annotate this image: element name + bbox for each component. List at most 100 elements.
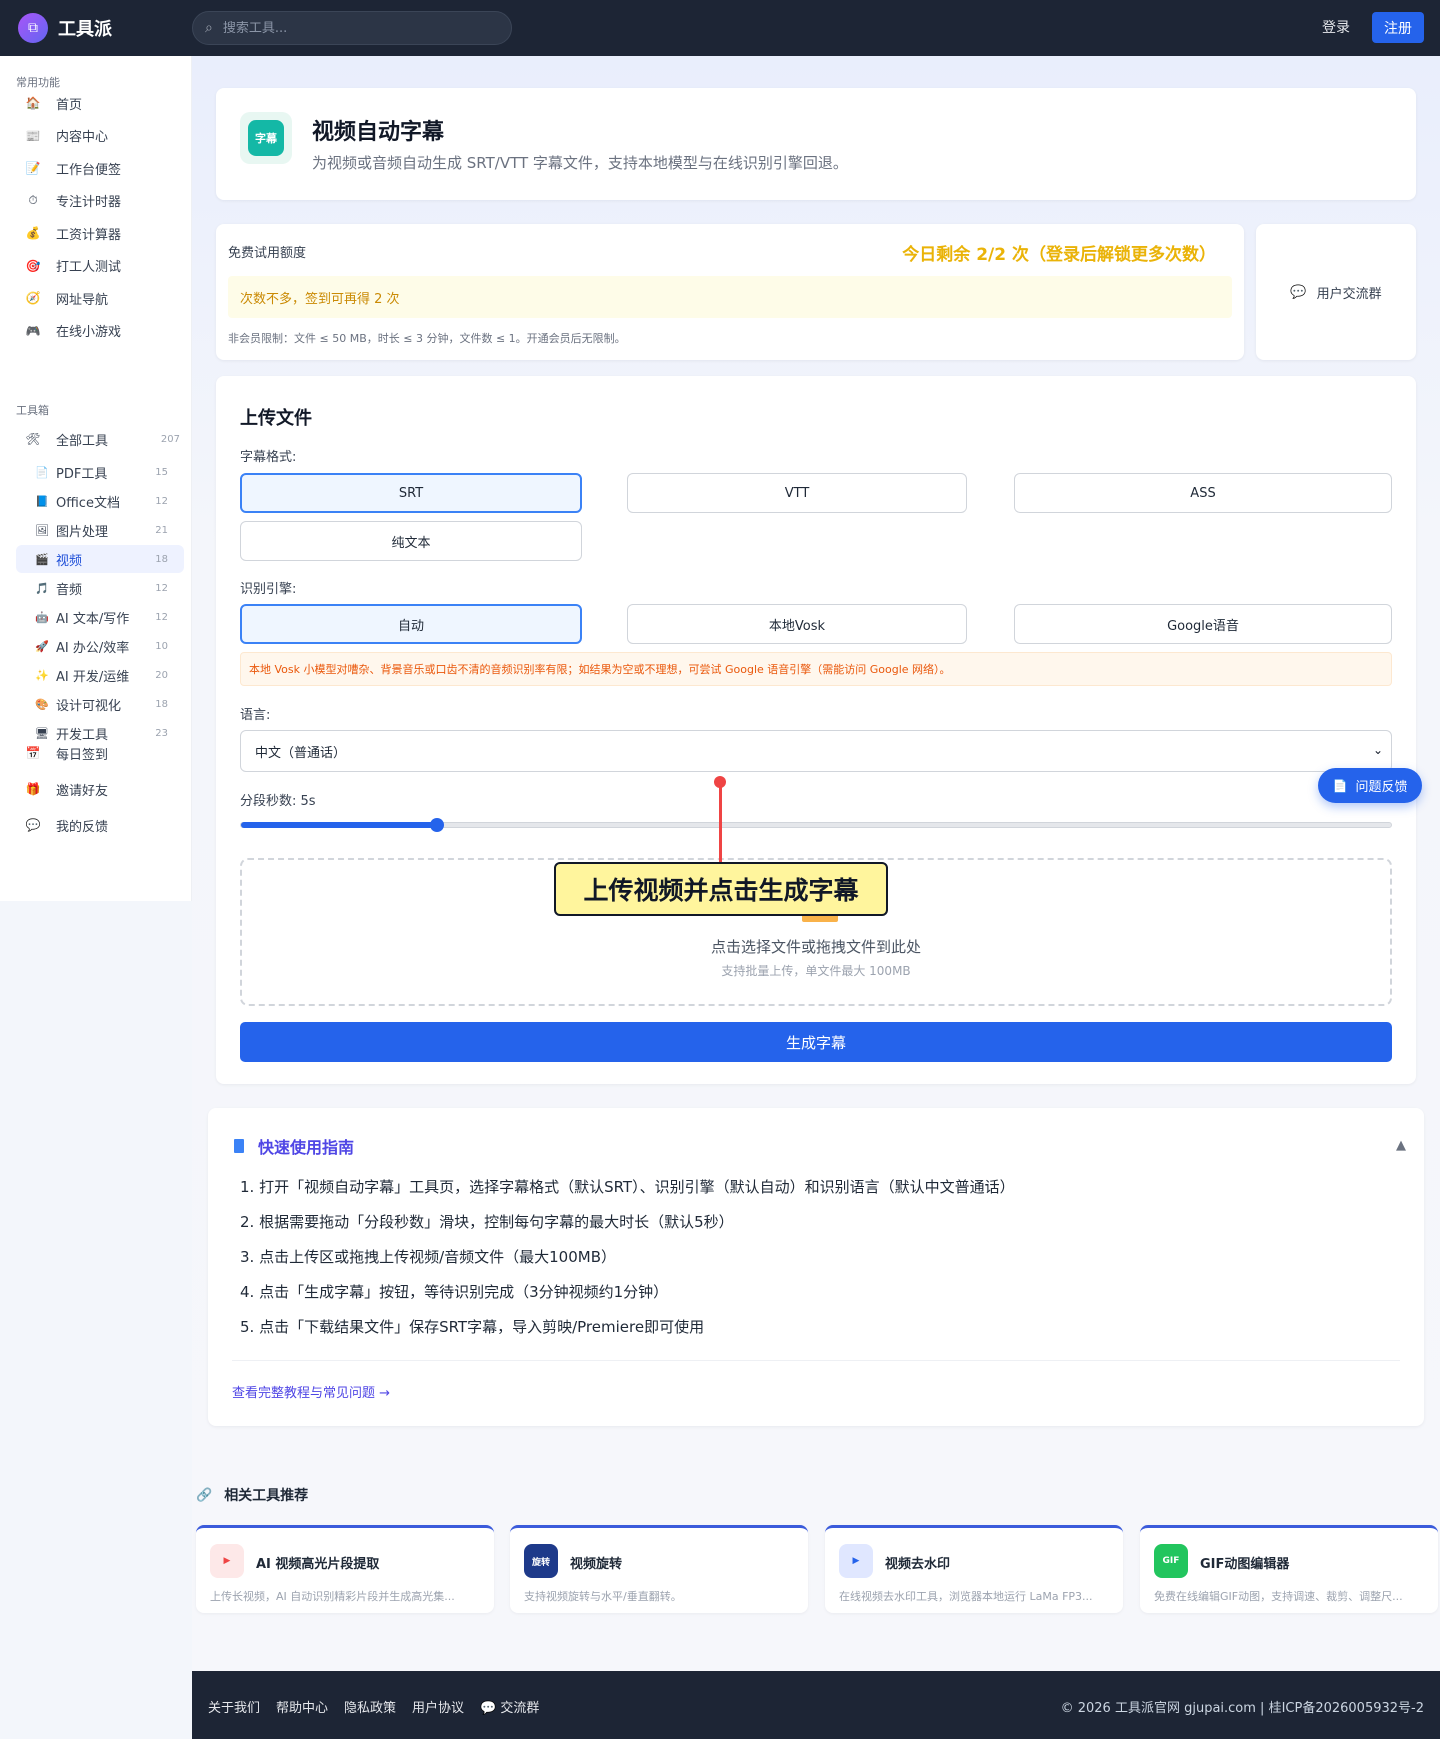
- user-group-card[interactable]: 💬 用户交流群: [1256, 224, 1416, 360]
- sidebar-item-speech-bubble[interactable]: 💬 我的反馈: [16, 810, 184, 840]
- tool-header-card: 字幕 视频自动字幕 为视频或音频自动生成 SRT/VTT 字幕文件，支持本地模型…: [216, 88, 1416, 200]
- sidebar-tool-image[interactable]: 🖼 图片处理 21: [16, 516, 184, 544]
- related-tool-desc: 在线视频去水印工具，浏览器本地运行 LaMa FP3...: [839, 1590, 1093, 1603]
- sidebar-tool-label: Office文档: [56, 495, 120, 511]
- sidebar-item-news[interactable]: 📰 内容中心: [16, 121, 184, 151]
- engine-option-google[interactable]: Google语音: [1014, 604, 1392, 644]
- guide-title[interactable]: 快速使用指南: [234, 1134, 354, 1158]
- sidebar-tool-music[interactable]: 🎵 音频 12: [16, 574, 184, 602]
- sidebar-item-label: 邀请好友: [56, 783, 109, 799]
- upload-title: 上传文件: [240, 408, 312, 429]
- sidebar-item-label: 打工人测试: [56, 260, 122, 275]
- sidebar-tool-count: 18: [155, 698, 168, 710]
- target-icon: 🎯: [25, 258, 41, 273]
- collapse-icon[interactable]: ▲: [1396, 1138, 1406, 1153]
- page-title: 视频自动字幕: [312, 120, 445, 145]
- sidebar-item-label: 全部工具: [56, 433, 109, 449]
- footer-link[interactable]: 隐私政策: [344, 1697, 396, 1716]
- full-tutorial-link[interactable]: 查看完整教程与常见问题 →: [232, 1382, 390, 1401]
- related-tool-card[interactable]: 旋转 视频旋转 支持视频旋转与水平/垂直翻转。: [510, 1525, 808, 1613]
- footer-link[interactable]: 帮助中心: [276, 1697, 328, 1716]
- copyright: © 2026 工具派官网 gjupai.com | 桂ICP备202600593…: [1060, 1701, 1424, 1716]
- format-label: 字幕格式:: [240, 450, 297, 465]
- speech-bubble-icon: 💬: [25, 818, 41, 832]
- slider-fill: [241, 822, 437, 828]
- footer-link[interactable]: 💬 交流群: [480, 1697, 539, 1716]
- sidebar-tool-count: 12: [155, 495, 168, 507]
- language-value: 中文（普通话）: [255, 745, 347, 761]
- segment-slider[interactable]: [240, 818, 1392, 832]
- feedback-button[interactable]: 📄 问题反馈: [1318, 768, 1422, 803]
- language-select[interactable]: 中文（普通话） ⌄: [240, 730, 1392, 772]
- quota-card: 免费试用额度 今日剩余 2/2 次（登录后解锁更多次数） 次数不多，签到可再得 …: [216, 224, 1244, 360]
- sidebar-tool-pdf[interactable]: 📄 PDF工具 15: [16, 458, 184, 486]
- sidebar-tool-robot[interactable]: 🤖 AI 文本/写作 12: [16, 603, 184, 631]
- sidebar-tool-book[interactable]: 📘 Office文档 12: [16, 487, 184, 515]
- slider-thumb[interactable]: [429, 818, 444, 832]
- sidebar-tool-label: 音频: [56, 582, 83, 598]
- sidebar-tool-label: AI 开发/运维: [56, 669, 130, 685]
- engine-option-vosk[interactable]: 本地Vosk: [627, 604, 967, 644]
- sidebar: 常用功能 工具箱 🛠 全部工具 207 🏠 首页 📰 内容中心 📝 工作台便签 ⏱ 专注计时器…: [0, 56, 192, 901]
- format-option-srt[interactable]: SRT: [240, 473, 582, 513]
- sidebar-item-money-bag[interactable]: 💰 工资计算器: [16, 218, 184, 248]
- related-tool-card[interactable]: GIF GIF动图编辑器 免费在线编辑GIF动图，支持调速、裁剪、调整尺...: [1140, 1525, 1438, 1613]
- sidebar-tool-palette[interactable]: 🎨 设计可视化 18: [16, 690, 184, 718]
- sidebar-tool-rocket[interactable]: 🚀 AI 办公/效率 10: [16, 632, 184, 660]
- footer-link[interactable]: 关于我们: [208, 1697, 260, 1716]
- sidebar-item-gamepad[interactable]: 🎮 在线小游戏: [16, 316, 184, 346]
- format-option-vtt[interactable]: VTT: [627, 473, 967, 513]
- sidebar-item-timer[interactable]: ⏱ 专注计时器: [16, 186, 184, 216]
- sidebar-item-calendar[interactable]: 📅 每日签到: [16, 738, 184, 768]
- sidebar-item-target[interactable]: 🎯 打工人测试: [16, 251, 184, 281]
- logo-text: 工具派: [58, 19, 112, 40]
- search-icon: ⌕: [205, 20, 213, 36]
- sidebar-tool-sparkle[interactable]: ✨ AI 开发/运维 20: [16, 661, 184, 689]
- sidebar-tool-count: 12: [155, 611, 168, 623]
- robot-icon: 🤖: [35, 610, 49, 624]
- sidebar-item-gift[interactable]: 🎁 邀请好友: [16, 774, 184, 804]
- generate-subtitles-button[interactable]: 生成字幕: [240, 1022, 1392, 1062]
- related-tool-card[interactable]: ▶ 视频去水印 在线视频去水印工具，浏览器本地运行 LaMa FP3...: [825, 1525, 1123, 1613]
- engine-warning: 本地 Vosk 小模型对嘈杂、背景音乐或口齿不清的音频识别率有限；如结果为空或不…: [240, 652, 1392, 686]
- related-tool-card[interactable]: ▶ AI 视频高光片段提取 上传长视频，AI 自动识别精彩片段并生成高光集...: [196, 1525, 494, 1613]
- sidebar-item-note[interactable]: 📝 工作台便签: [16, 153, 184, 183]
- engine-option-auto[interactable]: 自动: [240, 604, 582, 644]
- related-tool-desc: 上传长视频，AI 自动识别精彩片段并生成高光集...: [210, 1590, 455, 1603]
- annotation-pointer-line: [719, 783, 722, 863]
- register-button[interactable]: 注册: [1372, 12, 1424, 43]
- sidebar-tool-clapper[interactable]: 🎬 视频 18: [16, 545, 184, 573]
- engine-label: 识别引擎:: [240, 582, 297, 597]
- dropzone-sub-text: 支持批量上传，单文件最大 100MB: [721, 964, 911, 978]
- upload-card: 上传文件 字幕格式: SRT VTT ASS 纯文本 识别引擎: 自动 本地Vo…: [216, 376, 1416, 1084]
- dropzone-main-text: 点击选择文件或拖拽文件到此处: [710, 938, 921, 956]
- search-box[interactable]: ⌕: [192, 11, 512, 45]
- quick-guide-card: 快速使用指南 ▲ 1. 打开「视频自动字幕」工具页，选择字幕格式（默认SRT）、…: [208, 1108, 1424, 1426]
- related-tool-desc: 免费在线编辑GIF动图，支持调速、裁剪、调整尺...: [1154, 1590, 1403, 1603]
- tool-thumbnail-icon: GIF: [1154, 1544, 1188, 1578]
- logo[interactable]: ⧉ 工具派: [18, 13, 112, 43]
- money-bag-icon: 💰: [25, 226, 41, 240]
- clapper-icon: 🎬: [35, 552, 49, 566]
- pdf-icon: 📄: [35, 465, 49, 479]
- sidebar-tool-count: 10: [155, 640, 168, 652]
- related-tool-name: AI 视频高光片段提取: [256, 1557, 380, 1572]
- quota-label: 免费试用额度: [228, 246, 307, 261]
- home-icon: 🏠: [25, 96, 41, 110]
- sidebar-item-home[interactable]: 🏠 首页: [16, 88, 184, 118]
- sidebar-item-label: 专注计时器: [56, 195, 122, 210]
- search-input[interactable]: [222, 20, 483, 36]
- tool-thumbnail-icon: 旋转: [524, 1544, 558, 1578]
- footer-link[interactable]: 用户协议: [412, 1697, 464, 1716]
- format-option-plain-text[interactable]: 纯文本: [240, 521, 582, 561]
- format-option-ass[interactable]: ASS: [1014, 473, 1392, 513]
- sidebar-item-compass[interactable]: 🧭 网址导航: [16, 283, 184, 313]
- sparkle-icon: ✨: [35, 668, 49, 682]
- note-icon: 📝: [25, 161, 41, 175]
- annotation-callout: 上传视频并点击生成字幕: [554, 862, 888, 916]
- sidebar-item-label: 首页: [56, 97, 83, 113]
- tool-thumbnail-icon: ▶: [839, 1544, 873, 1578]
- language-label: 语言:: [240, 708, 271, 723]
- login-link[interactable]: 登录: [1322, 17, 1350, 37]
- sidebar-item-all-tools[interactable]: 🛠 全部工具 207: [16, 424, 184, 454]
